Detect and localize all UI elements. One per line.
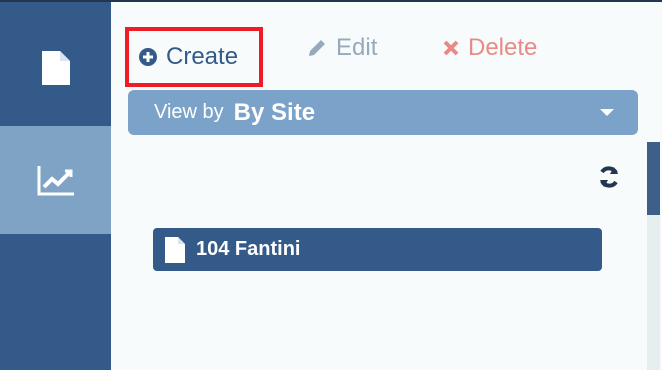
delete-button[interactable]: Delete <box>442 26 537 70</box>
sidebar-item-documents[interactable] <box>0 10 111 126</box>
sidebar-filler <box>0 234 111 370</box>
main-pane: Create Edit Delete View by By Site 104 F… <box>111 2 662 370</box>
chevron-down-icon <box>600 109 614 116</box>
refresh-button[interactable] <box>596 164 622 190</box>
app-frame: Create Edit Delete View by By Site 104 F… <box>0 0 662 370</box>
view-by-value: By Site <box>233 98 316 126</box>
scrollbar-thumb[interactable] <box>647 142 660 215</box>
list-item-label: 104 Fantini <box>196 238 301 260</box>
sidebar-rail <box>0 2 111 370</box>
pencil-icon <box>306 37 328 59</box>
scrollbar[interactable] <box>647 142 660 370</box>
document-icon <box>163 236 187 264</box>
view-by-dropdown[interactable]: View by By Site <box>128 90 638 135</box>
edit-button[interactable]: Edit <box>306 26 377 70</box>
toolbar: Create Edit Delete <box>111 2 662 87</box>
delete-label: Delete <box>468 34 538 61</box>
view-by-label: View by <box>154 101 224 123</box>
sidebar-item-analytics[interactable] <box>0 126 111 234</box>
create-label: Create <box>166 43 239 70</box>
edit-label: Edit <box>336 34 378 61</box>
chart-line-icon <box>36 163 76 197</box>
refresh-icon <box>596 166 622 194</box>
create-button[interactable]: Create <box>125 27 263 87</box>
close-icon <box>442 39 460 57</box>
document-icon <box>40 49 72 87</box>
plus-circle-icon <box>138 47 158 67</box>
list-item[interactable]: 104 Fantini <box>153 228 602 271</box>
